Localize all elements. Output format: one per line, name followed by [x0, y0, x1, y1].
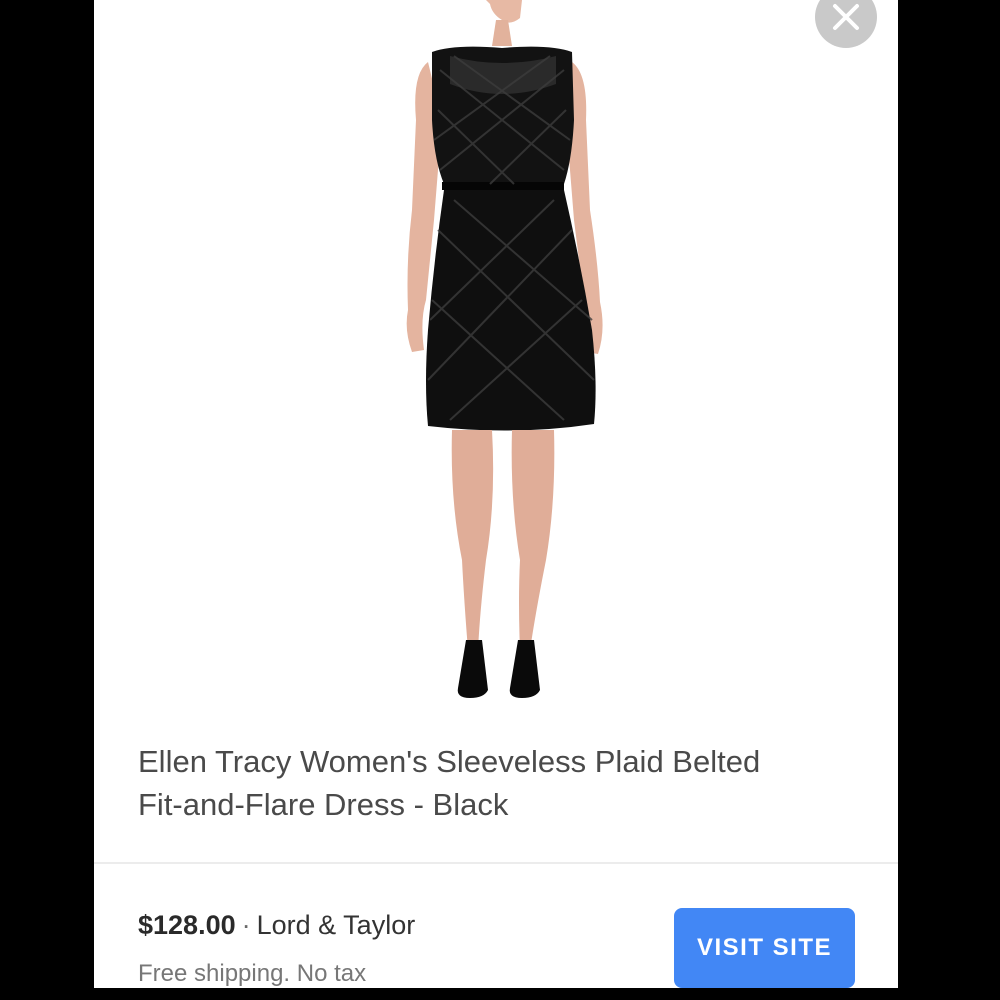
product-title-line1: Ellen Tracy Women's Sleeveless Plaid Bel…: [138, 744, 761, 779]
product-title[interactable]: Ellen Tracy Women's Sleeveless Plaid Bel…: [138, 740, 858, 826]
separator-dot: ·: [241, 910, 251, 940]
bottom-frame-bar: [0, 988, 1000, 1000]
price-store-line: $128.00 · Lord & Taylor: [138, 910, 415, 941]
left-frame-bar: [0, 0, 94, 1000]
right-frame-bar: [898, 0, 1000, 1000]
price: $128.00: [138, 910, 236, 940]
visit-site-button[interactable]: VISIT SITE: [674, 908, 855, 988]
product-title-line2: Fit-and-Flare Dress - Black: [138, 787, 509, 822]
store-name: Lord & Taylor: [256, 910, 416, 940]
product-image: [406, 0, 603, 698]
shipping-info: Free shipping. No tax: [138, 960, 367, 987]
close-icon: [833, 4, 859, 30]
product-card: Ellen Tracy Women's Sleeveless Plaid Bel…: [94, 0, 898, 988]
divider: [94, 862, 898, 864]
